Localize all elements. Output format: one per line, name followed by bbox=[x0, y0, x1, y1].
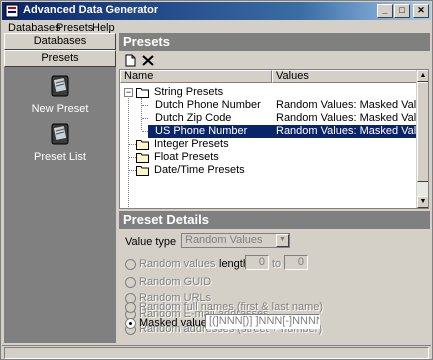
mask-input[interactable]: [(]NNN[)] ]NNN[-]NNNN bbox=[205, 314, 320, 329]
sidebar-tab-presets[interactable]: Presets bbox=[4, 50, 116, 67]
tree-row-integer-presets[interactable]: Integer Presets bbox=[120, 138, 417, 151]
new-preset-icon bbox=[51, 75, 69, 97]
tree-row-string-presets[interactable]: − String Presets bbox=[120, 86, 417, 99]
minimize-button[interactable]: _ bbox=[377, 4, 393, 18]
app-window: Advanced Data Generator _ □ ✕ Databases … bbox=[0, 0, 433, 360]
tree-item-label: Float Presets bbox=[154, 151, 219, 163]
folder-icon bbox=[136, 166, 149, 176]
radio-masked-values[interactable] bbox=[125, 318, 136, 329]
delete-icon[interactable] bbox=[141, 54, 155, 67]
new-preset-label: New Preset bbox=[31, 103, 89, 115]
radio-random-guid-label: Random GUID bbox=[139, 276, 212, 288]
length-from-input[interactable]: 0 bbox=[245, 255, 269, 270]
tree-row-us-phone-number[interactable]: US Phone Number Random Values: Masked Va… bbox=[120, 125, 428, 138]
sidebar: Databases Presets New Preset Preset List bbox=[4, 33, 116, 343]
tree-row-float-presets[interactable]: Float Presets bbox=[120, 151, 417, 164]
value-type-select[interactable]: Random Values ▼ bbox=[181, 233, 290, 248]
maximize-button[interactable]: □ bbox=[394, 4, 410, 18]
folder-open-icon bbox=[136, 88, 149, 98]
radio-random-values[interactable] bbox=[125, 259, 136, 270]
folder-icon bbox=[136, 153, 149, 163]
status-bar bbox=[2, 345, 431, 359]
sidebar-item-preset-list[interactable]: Preset List bbox=[4, 121, 116, 163]
presets-tree[interactable]: Name Values − String Presets Dutch Phone… bbox=[119, 69, 429, 209]
radio-random-guid[interactable] bbox=[125, 277, 136, 288]
value-type-selected: Random Values bbox=[185, 234, 263, 246]
to-label: to bbox=[272, 258, 282, 270]
window-title: Advanced Data Generator bbox=[23, 4, 159, 16]
scroll-up-button[interactable]: ▲ bbox=[417, 70, 428, 82]
sidebar-item-new-preset[interactable]: New Preset bbox=[4, 73, 116, 115]
tree-item-label: Date/Time Presets bbox=[154, 164, 245, 176]
column-header-values[interactable]: Values bbox=[272, 70, 418, 83]
value-type-label: Value type bbox=[125, 236, 177, 248]
scroll-thumb[interactable] bbox=[417, 82, 428, 182]
preset-name: Dutch Zip Code bbox=[155, 112, 232, 124]
radio-random-full-names-label: Random full names (first & last name) bbox=[139, 301, 324, 313]
status-pane bbox=[4, 347, 429, 359]
title-bar[interactable]: Advanced Data Generator _ □ ✕ bbox=[2, 2, 431, 20]
app-icon bbox=[5, 4, 19, 18]
sidebar-tab-databases[interactable]: Databases bbox=[4, 33, 116, 50]
tree-connector bbox=[142, 105, 148, 106]
folder-icon bbox=[136, 140, 149, 150]
collapse-toggle[interactable]: − bbox=[124, 88, 133, 97]
new-document-icon[interactable] bbox=[123, 54, 137, 67]
length-to-input[interactable]: 0 bbox=[284, 255, 308, 270]
preset-value: Random Values: Masked Values bbox=[276, 125, 429, 137]
radio-masked-values-label: Masked values: bbox=[139, 317, 216, 329]
preset-name: US Phone Number bbox=[155, 125, 248, 137]
radio-random-full-names[interactable] bbox=[125, 302, 136, 313]
tree-connector bbox=[129, 170, 136, 171]
close-button[interactable]: ✕ bbox=[413, 4, 429, 18]
tree-row-datetime-presets[interactable]: Date/Time Presets bbox=[120, 164, 417, 177]
radio-random-values-label: Random values bbox=[139, 258, 216, 270]
vertical-scrollbar[interactable]: ▲ ▼ bbox=[416, 70, 428, 208]
tree-row-dutch-phone-number[interactable]: Dutch Phone Number Random Values: Masked… bbox=[120, 99, 428, 112]
chevron-down-icon[interactable]: ▼ bbox=[276, 234, 289, 247]
presets-toolbar bbox=[119, 51, 430, 69]
preset-list-icon bbox=[51, 123, 69, 145]
tree-connector bbox=[129, 144, 136, 145]
tree-item-label: Integer Presets bbox=[154, 138, 229, 150]
preset-list-label: Preset List bbox=[34, 151, 86, 163]
presets-header: Presets bbox=[119, 33, 430, 51]
preset-value: Random Values: Masked Values bbox=[276, 99, 429, 111]
scroll-down-button[interactable]: ▼ bbox=[417, 196, 428, 208]
tree-row-dutch-zip-code[interactable]: Dutch Zip Code Random Values: Masked Val… bbox=[120, 112, 428, 125]
tree-item-label: String Presets bbox=[154, 86, 224, 98]
main-panel: Presets Name Values − String Presets Dut… bbox=[119, 33, 430, 343]
tree-connector bbox=[142, 118, 148, 119]
column-header-name[interactable]: Name bbox=[120, 70, 272, 83]
tree-connector bbox=[129, 157, 136, 158]
preset-value: Random Values: Masked Values bbox=[276, 112, 429, 124]
tree-connector bbox=[142, 131, 148, 132]
preset-details-header: Preset Details bbox=[119, 211, 430, 229]
preset-name: Dutch Phone Number bbox=[155, 99, 261, 111]
